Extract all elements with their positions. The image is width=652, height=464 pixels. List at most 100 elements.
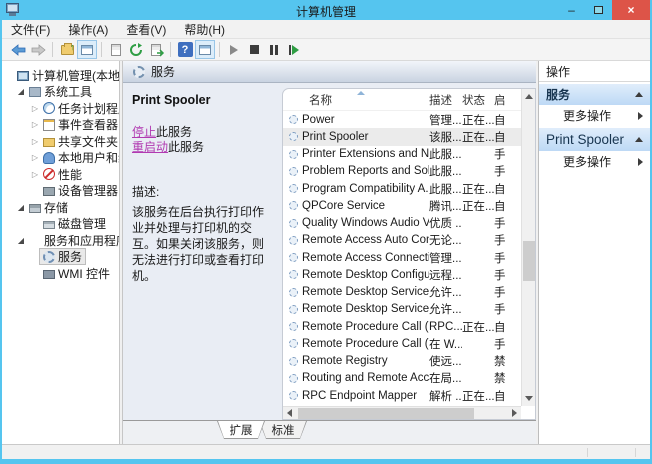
- service-row[interactable]: Remote Procedure Call (... 在 W... 手: [283, 335, 535, 352]
- tree-expander[interactable]: [16, 203, 26, 212]
- tree-item[interactable]: 本地用户和组: [2, 150, 119, 167]
- service-row[interactable]: RPC Endpoint Mapper 解析 ... 正在... 自: [283, 387, 535, 404]
- service-row[interactable]: Problem Reports and Sol... 此服... 手: [283, 163, 535, 180]
- scroll-right-icon[interactable]: [512, 409, 517, 417]
- service-desc-cell: 管理...: [429, 112, 462, 128]
- tree-expander[interactable]: [30, 153, 40, 162]
- tree-item[interactable]: 系统工具: [2, 84, 119, 101]
- column-header-description[interactable]: 描述: [429, 92, 462, 108]
- service-name-cell: Remote Desktop Services: [302, 286, 429, 298]
- service-row[interactable]: QPCore Service 腾讯... 正在... 自: [283, 197, 535, 214]
- menu-view[interactable]: 查看(V): [117, 21, 175, 38]
- collapse-icon[interactable]: [635, 137, 643, 142]
- menu-file[interactable]: 文件(F): [2, 21, 59, 38]
- scroll-down-icon[interactable]: [525, 396, 533, 401]
- tree-item[interactable]: 存储: [2, 199, 119, 216]
- service-row[interactable]: Remote Desktop Configu... 远程... 手: [283, 266, 535, 283]
- tree-item[interactable]: 性能: [2, 166, 119, 183]
- forward-button[interactable]: [28, 40, 48, 59]
- export-list-button[interactable]: [146, 40, 166, 59]
- tree-item[interactable]: 磁盘管理: [2, 216, 119, 233]
- scroll-left-icon[interactable]: [287, 409, 292, 417]
- minimize-button[interactable]: –: [558, 0, 585, 20]
- service-action-link[interactable]: 重启动: [132, 140, 168, 154]
- service-startup-cell: 自: [494, 198, 522, 214]
- back-button[interactable]: [8, 40, 28, 59]
- status-bar: [2, 444, 650, 459]
- service-desc-cell: 在 W...: [429, 336, 462, 352]
- tree-expander[interactable]: [30, 170, 40, 179]
- storage-icon: [29, 204, 41, 213]
- tree-item[interactable]: 服务和应用程序: [2, 232, 119, 249]
- tab-extended[interactable]: 扩展: [217, 421, 265, 439]
- service-gear-icon: [289, 184, 298, 193]
- close-button[interactable]: ×: [612, 0, 650, 20]
- service-row[interactable]: Power 管理... 正在... 自: [283, 111, 535, 128]
- tab-standard[interactable]: 标准: [259, 421, 307, 439]
- tree-expander[interactable]: [16, 87, 26, 96]
- tree-item[interactable]: WMI 控件: [2, 265, 119, 282]
- vertical-scrollbar[interactable]: [521, 89, 535, 406]
- tree-expander[interactable]: [30, 137, 40, 146]
- service-startup-cell: 手: [494, 301, 522, 317]
- tree-item[interactable]: 设备管理器: [2, 183, 119, 200]
- left-splitter[interactable]: [120, 61, 122, 444]
- service-name-cell: Printer Extensions and N...: [302, 148, 429, 160]
- service-row[interactable]: Program Compatibility A... 此服... 正在... 自: [283, 180, 535, 197]
- actions-section-services[interactable]: 服务: [539, 84, 650, 105]
- tree-expander[interactable]: [16, 236, 26, 245]
- horizontal-scrollbar[interactable]: [283, 406, 521, 419]
- tree-item[interactable]: 共享文件夹: [2, 133, 119, 150]
- console-window-button[interactable]: [77, 40, 97, 59]
- tree-item[interactable]: 任务计划程序: [2, 100, 119, 117]
- service-desc-cell: 允许...: [429, 284, 462, 300]
- computer-management-window: 计算机管理 – × 文件(F) 操作(A) 查看(V) 帮助(H): [0, 0, 652, 464]
- service-startup-cell: 手: [494, 146, 522, 162]
- maximize-button[interactable]: [585, 0, 612, 20]
- service-row[interactable]: Routing and Remote Acc... 在局... 禁: [283, 370, 535, 387]
- stop-icon: [250, 45, 259, 54]
- vertical-scroll-thumb[interactable]: [523, 241, 535, 281]
- services-gear-icon: [133, 66, 145, 78]
- service-row[interactable]: Remote Procedure Call (... RPC... 正在... …: [283, 318, 535, 335]
- service-startup-cell: 手: [494, 267, 522, 283]
- more-actions-services[interactable]: 更多操作: [539, 105, 650, 126]
- scroll-up-icon[interactable]: [525, 94, 533, 99]
- service-row[interactable]: Remote Desktop Service... 允许... 手: [283, 301, 535, 318]
- pause-service-button[interactable]: [264, 40, 284, 59]
- service-row[interactable]: Remote Access Auto Con... 无论... 手: [283, 232, 535, 249]
- horizontal-scroll-thumb[interactable]: [298, 408, 474, 419]
- export-folder-button[interactable]: [57, 40, 77, 59]
- column-header-status[interactable]: 状态: [462, 92, 494, 108]
- refresh-button[interactable]: [126, 40, 146, 59]
- service-row[interactable]: Remote Access Connecti... 管理... 手: [283, 249, 535, 266]
- service-row[interactable]: Remote Desktop Services 允许... 手: [283, 284, 535, 301]
- stop-service-button[interactable]: [244, 40, 264, 59]
- actions-section-print-spooler[interactable]: Print Spooler: [539, 128, 650, 151]
- tree-expander[interactable]: [30, 104, 40, 113]
- service-startup-cell: 自: [494, 129, 522, 145]
- service-startup-cell: 手: [494, 336, 522, 352]
- menu-action[interactable]: 操作(A): [59, 21, 117, 38]
- tree-expander[interactable]: [30, 120, 40, 129]
- more-actions-print-spooler[interactable]: 更多操作: [539, 151, 650, 172]
- service-name-cell: Print Spooler: [302, 131, 368, 143]
- menu-help[interactable]: 帮助(H): [175, 21, 234, 38]
- service-row[interactable]: Remote Registry 使远... 禁: [283, 353, 535, 370]
- tree-item[interactable]: 服务: [2, 249, 119, 266]
- start-service-button[interactable]: [224, 40, 244, 59]
- resume-service-button[interactable]: [284, 40, 304, 59]
- service-desc-cell: 该服...: [429, 129, 462, 145]
- show-console-tree-button[interactable]: [195, 40, 215, 59]
- collapse-icon[interactable]: [635, 92, 643, 97]
- help-button[interactable]: ?: [175, 40, 195, 59]
- tree-item[interactable]: 计算机管理(本地): [2, 67, 119, 84]
- service-row[interactable]: Quality Windows Audio V... 优质 ... 手: [283, 215, 535, 232]
- column-header-startup[interactable]: 启: [494, 92, 522, 108]
- list-view-button[interactable]: [106, 40, 126, 59]
- tree-item[interactable]: 事件查看器: [2, 117, 119, 134]
- service-row[interactable]: Printer Extensions and N... 此服... 手: [283, 146, 535, 163]
- service-row[interactable]: Print Spooler 该服... 正在... 自: [283, 128, 535, 145]
- service-action-link[interactable]: 停止: [132, 125, 156, 139]
- column-header-name[interactable]: 名称: [283, 92, 429, 108]
